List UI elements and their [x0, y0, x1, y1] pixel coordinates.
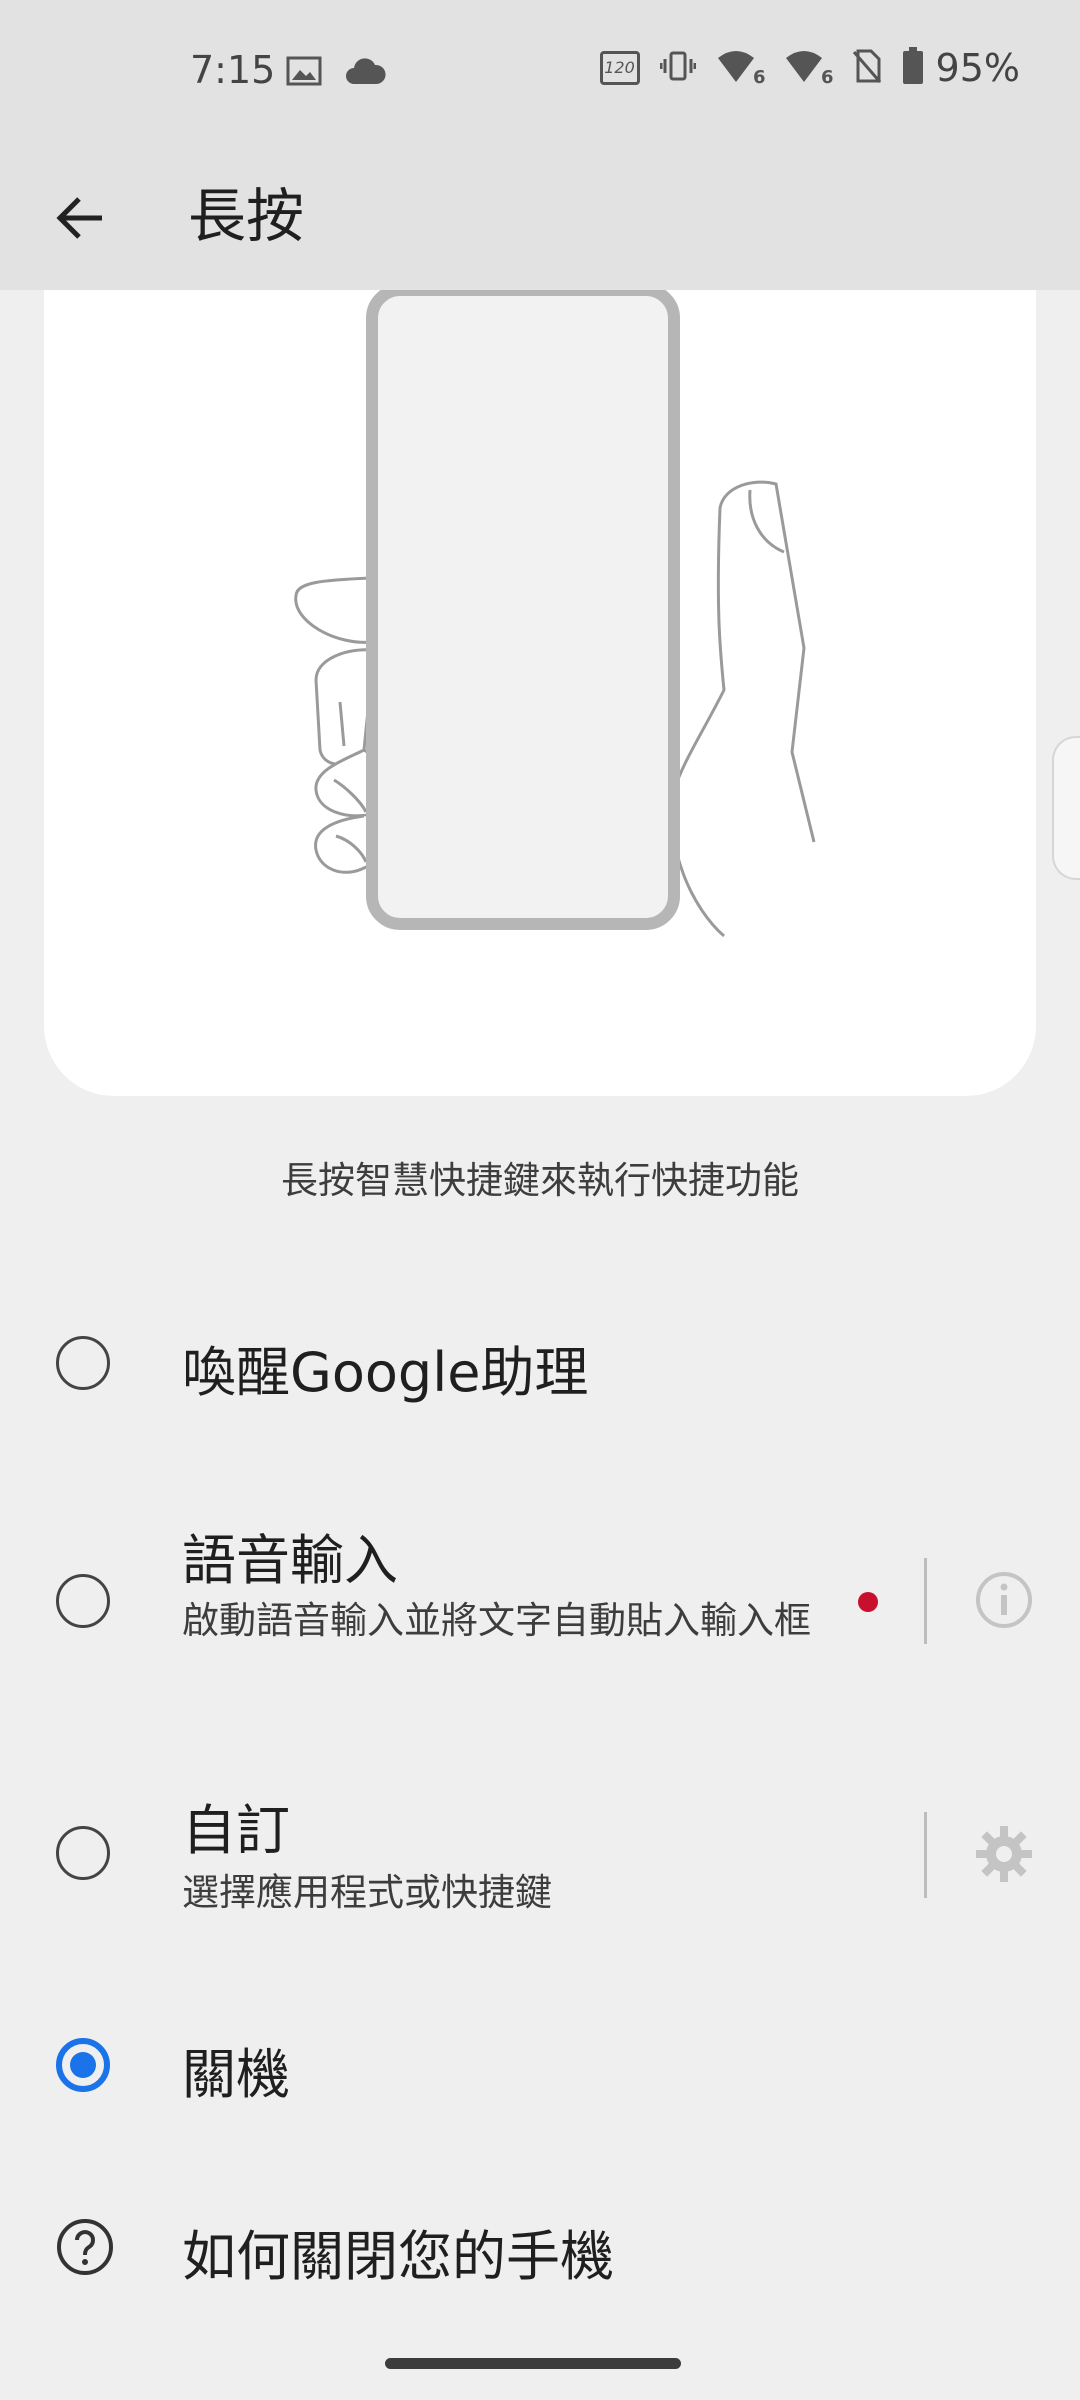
info-icon[interactable]: [974, 1570, 1034, 1630]
option-title: 語音輸入: [182, 1529, 398, 1592]
refresh-rate-icon: 120: [599, 51, 640, 85]
vertical-divider: [924, 1558, 927, 1644]
radio-voice-input[interactable]: [56, 1574, 110, 1628]
back-arrow-icon: [56, 197, 102, 239]
home-gesture-bar[interactable]: [385, 2358, 681, 2369]
help-power-off-link[interactable]: 如何關閉您的手機: [0, 2190, 1080, 2310]
gear-icon[interactable]: [974, 1824, 1034, 1884]
option-power-off[interactable]: 關機: [0, 2010, 1080, 2120]
option-title: 喚醒Google助理: [182, 1341, 589, 1404]
option-subtitle: 選擇應用程式或快捷鍵: [182, 1871, 552, 1914]
refresh-rate-label: 120: [604, 58, 635, 77]
option-title: 關機: [182, 2043, 290, 2106]
option-subtitle: 啟動語音輸入並將文字自動貼入輸入框: [182, 1599, 811, 1642]
battery-percent: 95%: [935, 46, 1020, 90]
vibrate-icon: [659, 48, 697, 88]
radio-custom[interactable]: [56, 1826, 110, 1880]
status-right-group: 120 6 6 95%: [599, 46, 1020, 90]
hand-holding-phone-illustration: [294, 290, 816, 938]
option-google-assistant[interactable]: 喚醒Google助理: [0, 1290, 1080, 1440]
wifi-6-icon: 6: [716, 48, 766, 88]
status-time: 7:15: [190, 48, 276, 92]
option-custom[interactable]: 自訂 選擇應用程式或快捷鍵: [0, 1790, 1080, 1920]
no-sim-icon: [852, 48, 882, 88]
illustration-card: [44, 290, 1036, 1096]
page-title: 長按: [188, 182, 305, 250]
battery-icon: [902, 47, 924, 89]
wifi-6-secondary-badge: 6: [821, 67, 834, 88]
help-title: 如何關閉您的手機: [182, 2225, 614, 2288]
gallery-icon: [286, 56, 322, 90]
status-bar: 7:15 120 6 6 95%: [0, 0, 1080, 148]
back-button[interactable]: [40, 178, 120, 258]
cloud-icon: [344, 58, 386, 90]
help-question-icon: [56, 2218, 114, 2276]
vertical-divider: [924, 1812, 927, 1898]
option-title: 自訂: [182, 1799, 290, 1862]
new-indicator-dot: [858, 1592, 878, 1612]
radio-power-off[interactable]: [56, 2038, 110, 2092]
radio-google-assistant[interactable]: [56, 1336, 110, 1390]
wifi-6-secondary-icon: 6: [784, 48, 834, 88]
edge-panel-handle[interactable]: [1052, 736, 1080, 880]
app-bar: 長按: [0, 148, 1080, 290]
wifi-6-badge: 6: [753, 67, 766, 88]
option-voice-input[interactable]: 語音輸入 啟動語音輸入並將文字自動貼入輸入框: [0, 1510, 1080, 1700]
description-text: 長按智慧快捷鍵來執行快捷功能: [281, 1159, 799, 1202]
